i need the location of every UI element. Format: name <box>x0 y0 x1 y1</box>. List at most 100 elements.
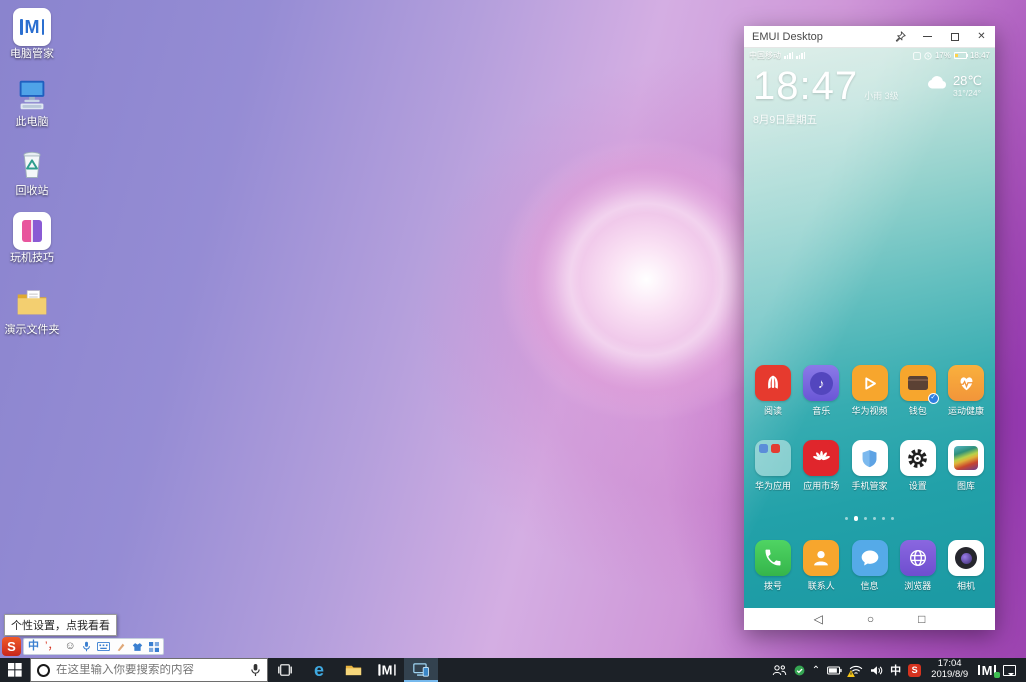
ime-punctuation-icon[interactable]: ’， <box>45 641 58 652</box>
start-button[interactable] <box>0 658 30 682</box>
app-label: 阅读 <box>751 404 795 417</box>
ime-mic-icon[interactable] <box>82 641 91 652</box>
app-gallery[interactable]: 图库 <box>944 440 988 492</box>
widget-time: 18:47 <box>753 66 858 106</box>
sogou-tray-icon[interactable]: S <box>908 664 921 677</box>
close-button[interactable]: ✕ <box>968 26 995 48</box>
app-reader[interactable]: 阅读 <box>751 365 795 417</box>
health-icon <box>948 365 984 401</box>
search-input[interactable] <box>56 664 244 676</box>
phone-navbar: ◁ ○ □ <box>744 608 995 630</box>
this-pc-icon <box>13 76 51 114</box>
ime-tooltip[interactable]: 个性设置，点我看看 <box>4 614 117 636</box>
taskbar: e M ⌃ <box>0 658 1026 682</box>
nav-recents-button[interactable]: □ <box>918 613 925 625</box>
wifi-warning-icon[interactable] <box>849 665 863 676</box>
desktop-icon-demo-folder[interactable]: 演示文件夹 <box>2 284 62 336</box>
maximize-button[interactable] <box>941 26 968 48</box>
widget-condition: 小雨 3级 <box>864 89 899 102</box>
app-health[interactable]: 运动健康 <box>944 365 988 417</box>
app-wallet[interactable]: ✓ 钱包 <box>896 365 940 417</box>
app-dialer[interactable]: 拨号 <box>751 540 795 592</box>
dock-row: 拨号 联系人 信息 浏 <box>744 540 995 592</box>
window-title: EMUI Desktop <box>752 31 887 43</box>
desktop-icon-pc-manager[interactable]: M 电脑管家 <box>2 8 62 60</box>
settings-icon <box>900 440 936 476</box>
cortana-icon[interactable] <box>37 664 50 677</box>
ime-handwriting-icon[interactable] <box>116 642 126 652</box>
clock-widget[interactable]: 18:47 小雨 3级 8月9日星期五 <box>753 66 899 127</box>
task-view-button[interactable] <box>268 658 302 682</box>
desktop-icon-label: 电脑管家 <box>2 48 62 60</box>
app-settings[interactable]: 设置 <box>896 440 940 492</box>
tips-icon <box>13 212 51 250</box>
app-label: 音乐 <box>799 404 843 417</box>
app-messages[interactable]: 信息 <box>848 540 892 592</box>
taskbar-emui-desktop[interactable] <box>404 658 438 682</box>
search-mic-icon[interactable] <box>250 663 261 677</box>
folder-huawei-apps[interactable]: 华为应用 <box>751 440 795 492</box>
gallery-icon <box>948 440 984 476</box>
desktop-icon-recycle-bin[interactable]: 回收站 <box>2 145 62 197</box>
ime-toolbar[interactable]: S 中 ’， ☺ <box>2 637 164 656</box>
nav-home-button[interactable]: ○ <box>867 613 874 625</box>
app-label: 图库 <box>944 479 988 492</box>
pc-manager-icon: M <box>13 8 51 46</box>
app-label: 手机管家 <box>848 479 892 492</box>
app-music[interactable]: ♪ 音乐 <box>799 365 843 417</box>
desktop-icon-this-pc[interactable]: 此电脑 <box>2 76 62 128</box>
hidden-icons-chevron[interactable]: ⌃ <box>812 665 820 676</box>
action-center-icon[interactable] <box>1003 665 1020 676</box>
app-huawei-video[interactable]: 华为视频 <box>848 365 892 417</box>
app-row-1: 阅读 ♪ 音乐 华为视频 ✓ 钱包 <box>744 365 995 417</box>
recycle-bin-icon <box>13 145 51 183</box>
taskbar-file-explorer[interactable] <box>336 658 370 682</box>
weather-temp: 28℃ <box>953 74 982 88</box>
app-label: 钱包 <box>896 404 940 417</box>
weather-widget[interactable]: 28℃ 31°/24° <box>925 74 982 98</box>
people-icon[interactable] <box>772 664 787 676</box>
pc-manager-tray-icon[interactable]: M <box>978 664 996 677</box>
ime-toolbox-icon[interactable] <box>149 642 159 652</box>
app-phone-manager[interactable]: 手机管家 <box>848 440 892 492</box>
ime-indicator[interactable]: 中 <box>890 662 901 678</box>
app-label: 相机 <box>944 579 988 592</box>
appgallery-icon <box>803 440 839 476</box>
app-contacts[interactable]: 联系人 <box>799 540 843 592</box>
pin-window-button[interactable] <box>887 26 914 48</box>
ime-keyboard-icon[interactable] <box>97 642 110 651</box>
phone-manager-icon <box>852 440 888 476</box>
app-browser[interactable]: 浏览器 <box>896 540 940 592</box>
page-indicator <box>744 516 995 521</box>
signal-icon <box>784 52 793 60</box>
volume-icon[interactable] <box>870 665 883 676</box>
app-camera[interactable]: 相机 <box>944 540 988 592</box>
sogou-logo-icon[interactable]: S <box>2 637 21 656</box>
window-titlebar[interactable]: EMUI Desktop ✕ <box>744 26 995 48</box>
app-appgallery[interactable]: 应用市场 <box>799 440 843 492</box>
music-icon: ♪ <box>803 365 839 401</box>
taskbar-pc-manager[interactable]: M <box>370 658 404 682</box>
tray-clock[interactable]: 17:04 2019/8/9 <box>928 659 971 681</box>
desktop-icon-label: 演示文件夹 <box>2 324 62 336</box>
phone-statusbar: 中国移动 17% 18:47 <box>744 48 995 63</box>
app-row-2: 华为应用 应用市场 <box>744 440 995 492</box>
ime-skin-icon[interactable] <box>132 642 143 652</box>
desktop-icon-label: 此电脑 <box>2 116 62 128</box>
app-label: 信息 <box>848 579 892 592</box>
emui-desktop-icon <box>413 663 429 677</box>
folder-icon <box>13 284 51 322</box>
nav-back-button[interactable]: ◁ <box>814 613 823 625</box>
ime-emoji-icon[interactable]: ☺ <box>64 641 75 652</box>
app-label: 应用市场 <box>799 479 843 492</box>
wallet-verified-badge: ✓ <box>928 393 939 404</box>
minimize-button[interactable] <box>914 26 941 48</box>
taskbar-search[interactable] <box>30 658 268 682</box>
tray-battery-icon[interactable] <box>827 666 842 675</box>
statusbar-time: 18:47 <box>970 51 990 60</box>
taskbar-edge[interactable]: e <box>302 658 336 682</box>
antivirus-tray-icon[interactable] <box>794 665 805 676</box>
huawei-apps-folder-icon <box>755 440 791 476</box>
desktop-icon-tips[interactable]: 玩机技巧 <box>2 212 62 264</box>
ime-chinese-mode-icon[interactable]: 中 <box>28 641 39 652</box>
